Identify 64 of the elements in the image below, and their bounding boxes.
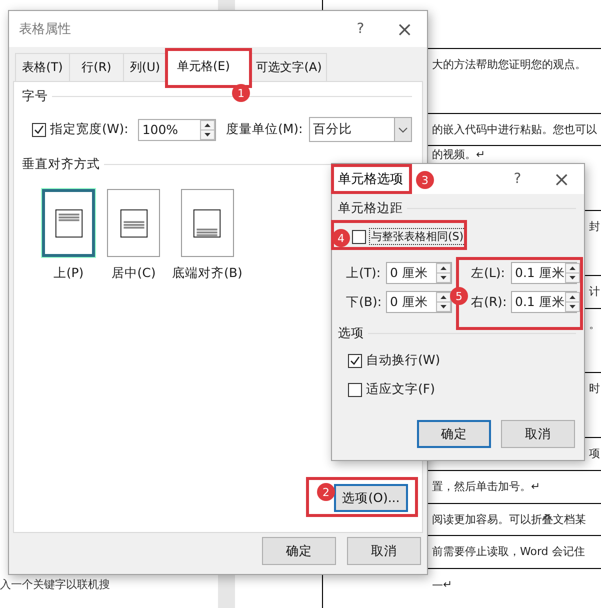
- alignment-button[interactable]: [42, 189, 95, 257]
- spinner-icon[interactable]: [564, 292, 580, 312]
- alignment-label: 居中(C): [111, 265, 156, 282]
- margin-field[interactable]: 0 厘米: [386, 291, 452, 313]
- alignment-icon: [118, 208, 148, 238]
- cancel-button[interactable]: 取消: [501, 420, 575, 448]
- field-label: 上(T):: [346, 264, 382, 282]
- spinner-icon[interactable]: [436, 292, 451, 312]
- section-heading: 单元格边距: [338, 200, 403, 217]
- alignment-button[interactable]: [107, 189, 160, 257]
- spinner-icon[interactable]: [200, 120, 216, 140]
- field-label: 度量单位(M):: [226, 121, 303, 138]
- checkbox[interactable]: [348, 382, 362, 396]
- table-text: 。: [589, 318, 600, 333]
- section-heading: 选项: [338, 325, 364, 342]
- table-text: 大的方法帮助您证明您的观点。: [432, 58, 586, 73]
- help-button[interactable]: ?: [514, 171, 522, 187]
- close-button[interactable]: ×: [553, 169, 570, 189]
- tab[interactable]: 表格(T): [15, 53, 70, 81]
- section-heading: 垂直对齐方式: [22, 156, 100, 173]
- alignment-button[interactable]: [180, 189, 234, 257]
- checkbox-label: 自动换行(W): [366, 352, 440, 369]
- section-heading: 字号: [22, 88, 48, 105]
- table-text: 封: [589, 220, 600, 235]
- margin-field[interactable]: 0.1 厘米: [511, 291, 577, 313]
- unit-dropdown[interactable]: 百分比: [308, 117, 412, 142]
- field-label: 左(L):: [471, 264, 506, 282]
- alignment-label: 上(P): [53, 265, 84, 282]
- checkbox[interactable]: [352, 230, 366, 244]
- table-text: 项: [589, 447, 600, 462]
- checkbox-label: 指定宽度(W):: [50, 121, 128, 138]
- ok-button[interactable]: 确定: [262, 537, 336, 565]
- table-text: 的视频。↵: [432, 148, 486, 163]
- cancel-button[interactable]: 取消: [347, 537, 421, 565]
- window-title: 单元格选项: [338, 171, 403, 188]
- width-field[interactable]: 100%: [138, 118, 216, 140]
- table-text: 的嵌入代码中进行粘贴。您也可以: [432, 123, 597, 138]
- checkbox-label: 与整张表格相同(S): [370, 229, 465, 244]
- table-text: 前需要停止读取，Word 会记住: [432, 545, 585, 560]
- spinner-icon[interactable]: [436, 263, 451, 283]
- help-button[interactable]: ?: [356, 21, 364, 37]
- margin-field[interactable]: 0.1 厘米: [511, 262, 577, 284]
- table-text: 置，然后单击加号。↵: [432, 480, 540, 495]
- margin-field[interactable]: 0 厘米: [386, 262, 452, 284]
- tab[interactable]: 可选文字(A): [251, 53, 327, 81]
- field-label: 右(R):: [471, 294, 507, 310]
- checkbox[interactable]: [348, 354, 362, 368]
- spinner-icon[interactable]: [564, 263, 580, 283]
- options-button[interactable]: 选项(O)...: [334, 484, 408, 512]
- checkbox[interactable]: [32, 122, 46, 136]
- checkbox-label: 适应文字(F): [366, 381, 435, 398]
- alignment-icon: [54, 208, 84, 238]
- chevron-icon[interactable]: [394, 118, 411, 141]
- field-label: 下(B):: [346, 294, 382, 310]
- table-text: —↵: [432, 578, 452, 593]
- ok-button[interactable]: 确定: [417, 420, 491, 448]
- close-button[interactable]: ×: [396, 19, 413, 39]
- alignment-icon: [192, 208, 222, 238]
- table-text: 阅读更加容易。可以折叠文档某: [432, 513, 586, 528]
- document-text: 入一个关键字以联机搜: [0, 578, 110, 592]
- window-title: 表格属性: [19, 21, 71, 38]
- table-text: 时: [589, 382, 600, 397]
- alignment-label: 底端对齐(B): [172, 265, 242, 282]
- table-text: 计: [589, 285, 600, 300]
